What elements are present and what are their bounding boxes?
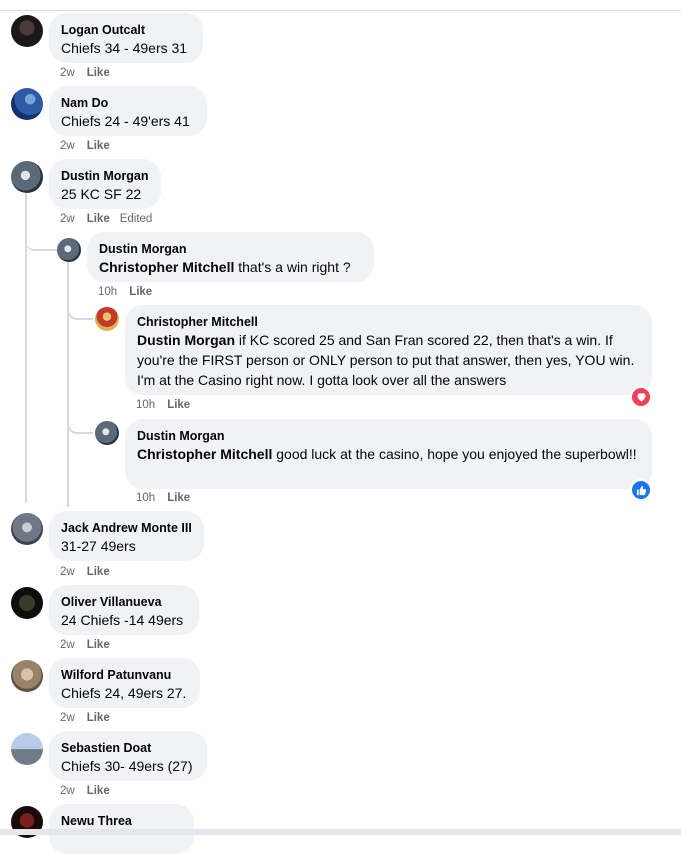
like-button[interactable]: Like	[87, 566, 110, 578]
comment-author[interactable]: Jack Andrew Monte III	[61, 520, 192, 536]
bottom-scroll-edge	[0, 829, 681, 835]
avatar[interactable]	[11, 587, 43, 619]
like-button[interactable]: Like	[87, 140, 110, 152]
like-button[interactable]: Like	[129, 286, 152, 298]
like-button[interactable]: Like	[87, 213, 110, 225]
avatar[interactable]	[11, 513, 43, 545]
like-button[interactable]: Like	[87, 67, 110, 79]
comment-text: 24 Chiefs -14 49ers	[61, 612, 184, 628]
comment-author[interactable]: Logan Outcalt	[61, 22, 191, 38]
avatar[interactable]	[11, 660, 43, 692]
comment-meta: 2w Like	[60, 639, 120, 651]
reply-bubble: Dustin Morgan Christopher Mitchell that'…	[87, 232, 374, 282]
comment-bubble: Oliver Villanueva 24 Chiefs -14 49ers	[49, 585, 199, 635]
comment-bubble: Dustin Morgan 25 KC SF 22	[49, 159, 161, 209]
comment-text: 31-27 49ers	[61, 538, 136, 554]
comment-time[interactable]: 2w	[60, 566, 75, 578]
reply-body: good luck at the casino, hope you enjoye…	[272, 446, 637, 462]
mention-link[interactable]: Christopher Mitchell	[99, 259, 234, 275]
comment-author[interactable]: Sebastien Doat	[61, 740, 195, 756]
love-reaction-icon[interactable]	[630, 386, 652, 408]
comment-bubble: Logan Outcalt Chiefs 34 - 49ers 31	[49, 13, 203, 63]
reply-author[interactable]: Christopher Mitchell	[137, 314, 640, 330]
avatar[interactable]	[95, 307, 119, 331]
avatar[interactable]	[95, 421, 119, 445]
comment-bubble: Sebastien Doat Chiefs 30- 49ers (27)	[49, 731, 207, 781]
like-button[interactable]: Like	[87, 712, 110, 724]
heart-icon	[636, 393, 646, 402]
comment-time[interactable]: 2w	[60, 213, 75, 225]
comment-author[interactable]: Dustin Morgan	[61, 168, 149, 184]
comment-time[interactable]: 2w	[60, 639, 75, 651]
comment-text: Chiefs 30- 49ers (27)	[61, 758, 193, 774]
avatar[interactable]	[11, 161, 43, 193]
reply-meta: 10h Like	[98, 286, 162, 298]
mention-link[interactable]: Christopher Mitchell	[137, 446, 272, 462]
avatar[interactable]	[11, 15, 43, 47]
comment-bubble: Wilford Patunvanu Chiefs 24, 49ers 27.	[49, 658, 200, 708]
comment-author[interactable]: Oliver Villanueva	[61, 594, 187, 610]
reply-meta: 10h Like	[136, 399, 200, 411]
thread-line-reply	[67, 262, 69, 507]
top-divider	[0, 10, 681, 11]
reply-meta: 10h Like	[136, 492, 200, 504]
comment-meta: 2w Like	[60, 566, 120, 578]
edited-label[interactable]: Edited	[120, 213, 153, 225]
like-reaction-icon[interactable]	[630, 479, 652, 501]
comment-time[interactable]: 2w	[60, 785, 75, 797]
comment-text: Chiefs 24, 49ers 27.	[61, 685, 187, 701]
avatar[interactable]	[57, 238, 81, 262]
like-button[interactable]: Like	[87, 785, 110, 797]
avatar[interactable]	[11, 88, 43, 120]
reply-text: Dustin Morgan if KC scored 25 and San Fr…	[137, 330, 640, 390]
comment-bubble: Jack Andrew Monte III 31-27 49ers	[49, 511, 204, 561]
avatar[interactable]	[11, 733, 43, 765]
comment-time[interactable]: 2w	[60, 67, 75, 79]
comment-text: Chiefs 34 - 49ers 31	[61, 40, 188, 56]
comment-time[interactable]: 2w	[60, 140, 75, 152]
comment-author[interactable]: Wilford Patunvanu	[61, 667, 188, 683]
comment-meta: 2w Like	[60, 712, 120, 724]
reply-time[interactable]: 10h	[98, 286, 117, 298]
reply-time[interactable]: 10h	[136, 492, 155, 504]
reply-bubble: Christopher Mitchell Dustin Morgan if KC…	[125, 305, 652, 395]
thread-curve-2	[67, 300, 93, 320]
comment-bubble: Nam Do Chiefs 24 - 49'ers 41	[49, 86, 207, 136]
reply-text: Christopher Mitchell that's a win right …	[99, 257, 362, 277]
mention-link[interactable]: Dustin Morgan	[137, 332, 235, 348]
comment-author[interactable]: Newu Threa	[61, 813, 182, 829]
comment-text: 25 KC SF 22	[61, 186, 142, 202]
reply-author[interactable]: Dustin Morgan	[137, 428, 640, 444]
comment-text: Chiefs 24 - 49'ers 41	[61, 113, 190, 129]
comment-meta: 2w Like	[60, 67, 120, 79]
comment-time[interactable]: 2w	[60, 712, 75, 724]
reply-author[interactable]: Dustin Morgan	[99, 241, 362, 257]
like-button[interactable]: Like	[167, 399, 190, 411]
like-button[interactable]: Like	[167, 492, 190, 504]
reply-bubble: Dustin Morgan Christopher Mitchell good …	[125, 419, 652, 489]
thread-curve-1	[25, 235, 57, 251]
thumbs-up-icon	[636, 485, 646, 495]
comment-meta: 2w Like Edited	[60, 213, 152, 225]
reply-time[interactable]: 10h	[136, 399, 155, 411]
reply-text: Christopher Mitchell good luck at the ca…	[137, 444, 640, 464]
like-button[interactable]: Like	[87, 639, 110, 651]
reply-body: that's a win right ?	[234, 259, 351, 275]
comment-author[interactable]: Nam Do	[61, 95, 195, 111]
comment-meta: 2w Like	[60, 785, 120, 797]
thread-curve-3	[67, 414, 93, 434]
comment-meta: 2w Like	[60, 140, 120, 152]
